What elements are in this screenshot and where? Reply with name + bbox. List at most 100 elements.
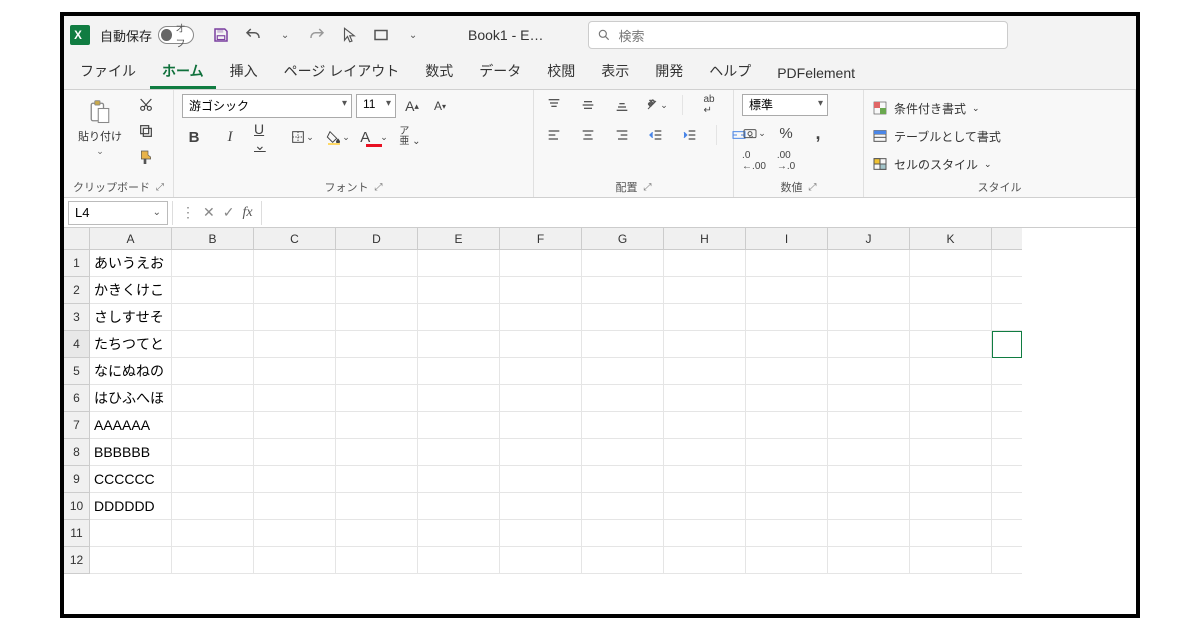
decrease-indent-button[interactable]	[644, 124, 668, 146]
cell[interactable]	[664, 520, 746, 547]
cell[interactable]	[500, 439, 582, 466]
cell[interactable]	[910, 304, 992, 331]
cell[interactable]	[910, 385, 992, 412]
cell[interactable]	[254, 466, 336, 493]
align-left-button[interactable]	[542, 124, 566, 146]
cell[interactable]	[254, 358, 336, 385]
cell[interactable]	[828, 277, 910, 304]
cell[interactable]	[254, 250, 336, 277]
font-name-select[interactable]: 游ゴシック	[182, 94, 352, 118]
cell[interactable]	[664, 547, 746, 574]
tab-file[interactable]: ファイル	[68, 55, 148, 89]
fx-icon[interactable]: fx	[242, 205, 252, 221]
cell[interactable]	[992, 547, 1022, 574]
cell[interactable]	[500, 304, 582, 331]
clipboard-launcher[interactable]: ⤢	[156, 182, 164, 193]
copy-button[interactable]	[134, 120, 158, 142]
font-launcher[interactable]: ⤢	[375, 182, 383, 193]
save-button[interactable]	[210, 24, 232, 46]
cell[interactable]	[582, 412, 664, 439]
cell[interactable]	[910, 547, 992, 574]
cell[interactable]	[910, 358, 992, 385]
row-header[interactable]: 1	[64, 250, 90, 277]
column-header[interactable]: K	[910, 228, 992, 250]
decrease-decimal-button[interactable]: .00→.0	[774, 150, 798, 172]
column-header[interactable]: J	[828, 228, 910, 250]
wrap-text-button[interactable]: ab↵	[697, 94, 721, 116]
cell[interactable]	[418, 358, 500, 385]
cell[interactable]	[172, 439, 254, 466]
cell[interactable]	[746, 277, 828, 304]
tab-formulas[interactable]: 数式	[413, 55, 465, 89]
qat-more-dropdown[interactable]: ⌄	[402, 24, 424, 46]
cell[interactable]	[254, 412, 336, 439]
cell[interactable]	[664, 304, 746, 331]
align-middle-button[interactable]	[576, 94, 600, 116]
cell[interactable]	[664, 331, 746, 358]
tab-data[interactable]: データ	[467, 55, 533, 89]
cell[interactable]	[992, 304, 1022, 331]
format-painter-button[interactable]	[134, 146, 158, 168]
cell[interactable]	[910, 493, 992, 520]
spreadsheet-grid[interactable]: ABCDEFGHIJK1あいうえお2かきくけこ3さしすせそ4たちつてと5なにぬね…	[64, 228, 1136, 614]
undo-dropdown[interactable]: ⌄	[274, 24, 296, 46]
tab-review[interactable]: 校閲	[535, 55, 587, 89]
cell[interactable]	[418, 466, 500, 493]
undo-button[interactable]	[242, 24, 264, 46]
align-top-button[interactable]	[542, 94, 566, 116]
cell[interactable]	[500, 358, 582, 385]
cell[interactable]	[336, 466, 418, 493]
number-launcher[interactable]: ⤢	[809, 182, 817, 193]
cell[interactable]	[664, 412, 746, 439]
cell[interactable]	[336, 277, 418, 304]
cell[interactable]	[828, 304, 910, 331]
cell[interactable]	[418, 412, 500, 439]
font-size-select[interactable]: 11	[356, 94, 396, 118]
cell[interactable]: なにぬねの	[90, 358, 172, 385]
cell[interactable]	[664, 358, 746, 385]
cell[interactable]	[336, 439, 418, 466]
cell[interactable]	[992, 466, 1022, 493]
cell[interactable]	[910, 520, 992, 547]
cell[interactable]	[582, 277, 664, 304]
currency-button[interactable]: ⌄	[742, 122, 766, 144]
cell[interactable]	[664, 385, 746, 412]
align-right-button[interactable]	[610, 124, 634, 146]
cell[interactable]	[500, 493, 582, 520]
cell[interactable]	[582, 439, 664, 466]
decrease-font-button[interactable]: A▾	[428, 95, 452, 117]
tab-insert[interactable]: 挿入	[218, 55, 270, 89]
cell[interactable]	[828, 439, 910, 466]
cell[interactable]	[500, 385, 582, 412]
cell[interactable]	[828, 412, 910, 439]
cell[interactable]	[992, 277, 1022, 304]
orientation-button[interactable]: ab⌄	[644, 94, 668, 116]
cell[interactable]	[992, 331, 1022, 358]
italic-button[interactable]: I	[218, 126, 242, 148]
tab-pdfelement[interactable]: PDFelement	[765, 59, 867, 89]
cell[interactable]	[254, 304, 336, 331]
cell[interactable]	[992, 520, 1022, 547]
cell[interactable]	[582, 520, 664, 547]
cursor-icon[interactable]	[338, 24, 360, 46]
cell[interactable]	[172, 250, 254, 277]
cell[interactable]	[336, 520, 418, 547]
cell[interactable]	[582, 331, 664, 358]
cell[interactable]	[418, 385, 500, 412]
cell[interactable]	[582, 547, 664, 574]
cell[interactable]	[418, 304, 500, 331]
row-header[interactable]: 5	[64, 358, 90, 385]
cell[interactable]: AAAAAA	[90, 412, 172, 439]
cell[interactable]	[500, 412, 582, 439]
column-header[interactable]: C	[254, 228, 336, 250]
tab-developer[interactable]: 開発	[643, 55, 695, 89]
cell[interactable]	[254, 277, 336, 304]
cell[interactable]	[828, 493, 910, 520]
cell[interactable]	[172, 277, 254, 304]
border-button[interactable]: ⌄	[290, 126, 314, 148]
cell[interactable]	[746, 439, 828, 466]
enter-formula-button[interactable]: ✓	[223, 204, 235, 221]
percent-button[interactable]: %	[774, 122, 798, 144]
cell[interactable]: かきくけこ	[90, 277, 172, 304]
cell[interactable]	[336, 250, 418, 277]
